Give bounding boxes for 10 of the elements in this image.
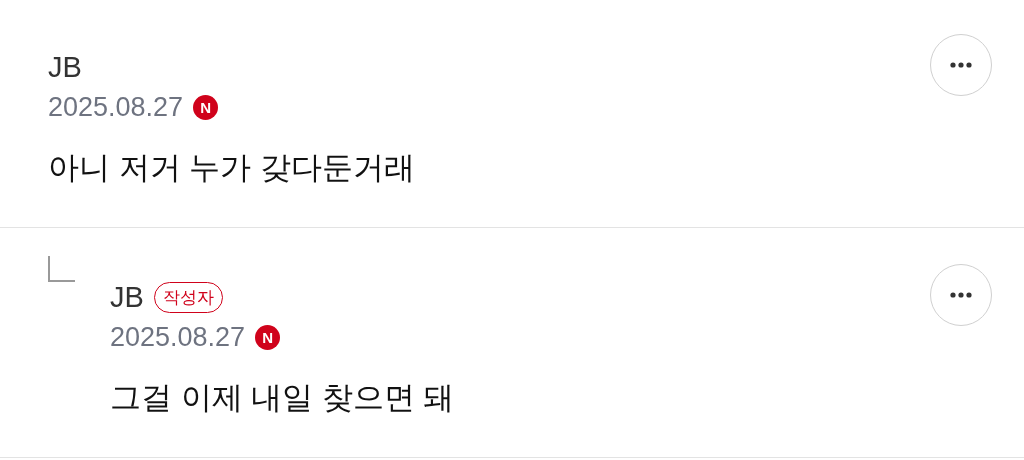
comment-date: 2025.08.27 bbox=[48, 92, 184, 123]
more-icon bbox=[950, 292, 972, 298]
more-icon bbox=[950, 62, 972, 68]
new-badge: N bbox=[193, 95, 219, 120]
author-name[interactable]: JB bbox=[48, 50, 82, 84]
author-name[interactable]: JB bbox=[110, 280, 144, 314]
new-badge: N bbox=[255, 325, 281, 350]
comment-date: 2025.08.27 bbox=[110, 322, 246, 353]
comment-text: 아니 저거 누가 갖다둔거래 bbox=[48, 149, 416, 187]
comment-text: 그걸 이제 내일 찾으면 돼 bbox=[110, 379, 456, 417]
